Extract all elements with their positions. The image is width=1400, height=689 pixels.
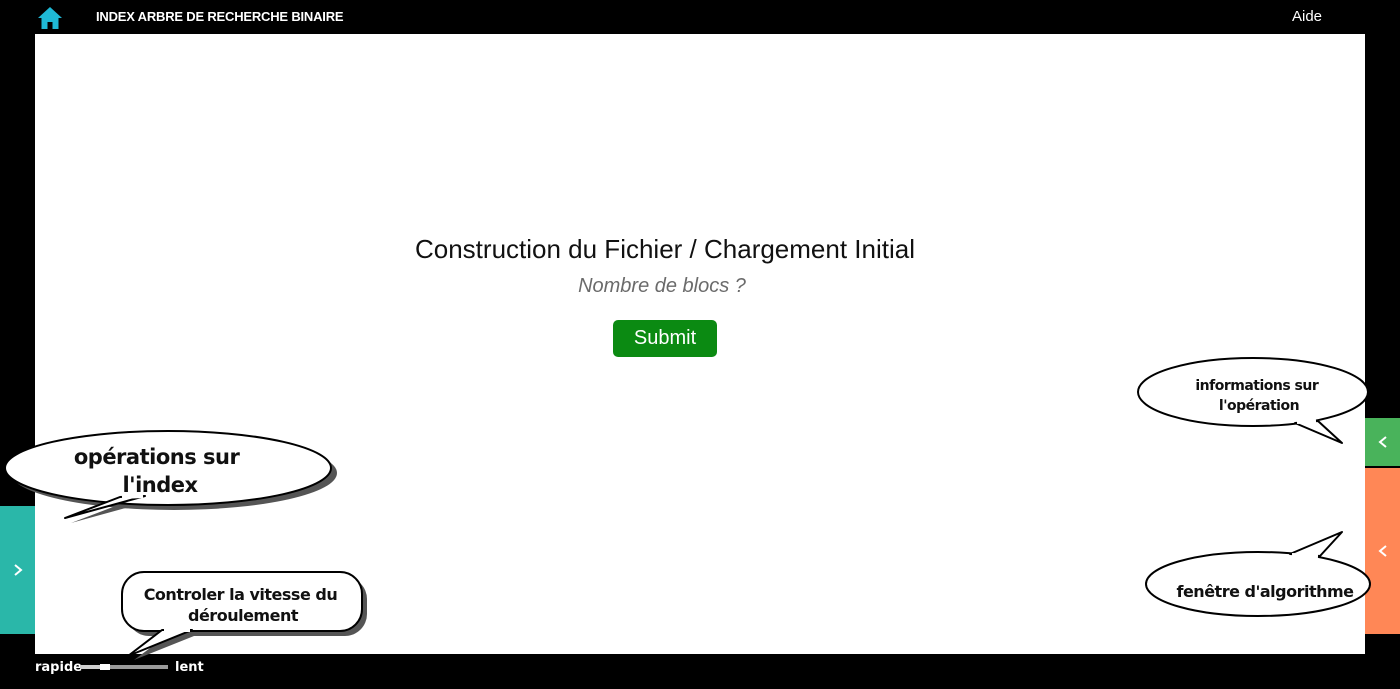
chevron-left-icon [1377,436,1387,448]
submit-button[interactable]: Submit [613,320,717,357]
chevron-left-icon [1377,545,1387,557]
home-icon-shape [38,7,62,29]
info-panel-tab[interactable] [1365,418,1400,466]
speed-fast-label: rapide [35,660,83,675]
operations-panel-tab[interactable] [0,506,35,634]
speed-slider[interactable] [80,664,168,670]
speed-slider-thumb[interactable] [99,664,110,670]
chevron-right-icon [13,564,23,576]
algorithm-panel-tab[interactable] [1365,468,1400,634]
page-title: Construction du Fichier / Chargement Ini… [414,234,915,264]
speed-slow-label: lent [175,660,204,675]
blocks-count-input[interactable] [525,270,799,302]
home-icon[interactable] [37,6,63,30]
bottom-bar [0,654,1400,689]
top-bar: INDEX ARBRE DE RECHERCHE BINAIRE Aide [0,0,1400,34]
main-panel: Construction du Fichier / Chargement Ini… [35,34,1365,654]
app-title: INDEX ARBRE DE RECHERCHE BINAIRE [96,9,344,24]
help-link[interactable]: Aide [1292,8,1322,25]
